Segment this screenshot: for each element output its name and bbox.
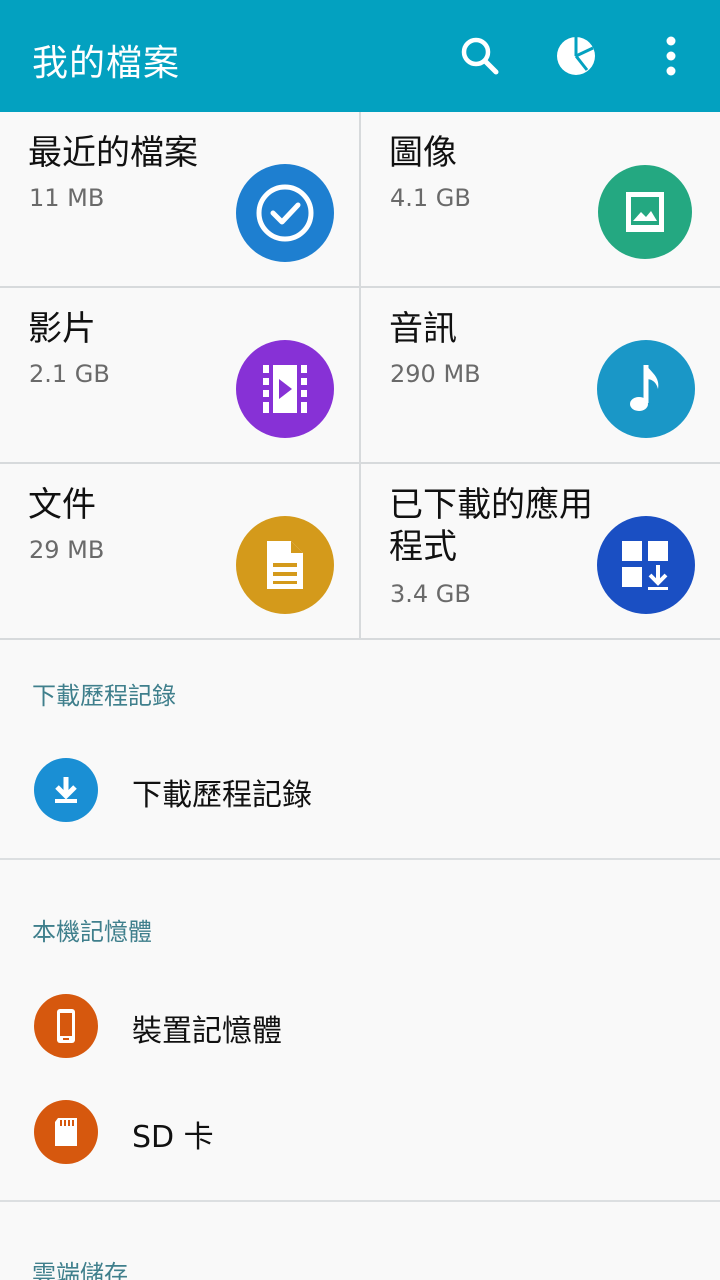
category-title: 圖像: [389, 133, 457, 173]
list-item-sd-card[interactable]: SD 卡: [0, 1082, 720, 1182]
category-audio[interactable]: 音訊 290 MB: [361, 288, 720, 464]
category-videos[interactable]: 影片 2.1 GB: [0, 288, 360, 464]
video-icon: [236, 340, 334, 438]
category-title: 已下載的應用程式: [389, 485, 593, 567]
category-title: 最近的檔案: [28, 133, 198, 173]
sd-card-icon: [34, 1100, 98, 1164]
list-item-label: SD 卡: [132, 1120, 214, 1155]
category-title: 影片: [28, 309, 96, 349]
category-images[interactable]: 圖像 4.1 GB: [361, 112, 720, 288]
phone-icon: [34, 994, 98, 1058]
search-button[interactable]: [450, 26, 510, 86]
pie-chart-icon: [557, 37, 595, 75]
grid-divider: [0, 638, 720, 640]
download-icon: [34, 758, 98, 822]
list-item-device-storage[interactable]: 裝置記憶體: [0, 976, 720, 1076]
image-icon: [598, 165, 692, 259]
category-size: 11 MB: [29, 184, 105, 212]
music-note-icon: [597, 340, 695, 438]
category-size: 29 MB: [29, 536, 105, 564]
category-size: 4.1 GB: [390, 184, 471, 212]
category-size: 2.1 GB: [29, 360, 110, 388]
category-size: 3.4 GB: [390, 580, 471, 608]
section-divider: [0, 1200, 720, 1202]
section-header-download-history: 下載歷程記錄: [32, 682, 176, 710]
app-download-icon: [597, 516, 695, 614]
grid-divider: [0, 286, 720, 288]
category-documents[interactable]: 文件 29 MB: [0, 464, 360, 640]
section-header-local-storage: 本機記憶體: [32, 918, 152, 946]
list-item-label: 裝置記憶體: [132, 1014, 282, 1049]
search-icon: [461, 37, 499, 75]
more-vert-icon: [666, 36, 676, 76]
grid-divider-vertical: [359, 112, 361, 639]
more-options-button[interactable]: [641, 26, 701, 86]
category-recent-files[interactable]: 最近的檔案 11 MB: [0, 112, 360, 288]
category-downloaded-apps[interactable]: 已下載的應用程式 3.4 GB: [361, 464, 720, 640]
app-bar: 我的檔案: [0, 0, 720, 112]
grid-divider: [0, 462, 720, 464]
section-header-cloud-storage: 雲端儲存: [32, 1260, 128, 1280]
list-item-download-history[interactable]: 下載歷程記錄: [0, 740, 720, 840]
storage-analysis-button[interactable]: [546, 26, 606, 86]
category-title: 文件: [28, 485, 96, 525]
category-title: 音訊: [389, 309, 457, 349]
section-divider: [0, 858, 720, 860]
page-title: 我的檔案: [32, 43, 181, 84]
category-size: 290 MB: [390, 360, 481, 388]
list-item-label: 下載歷程記錄: [132, 778, 312, 813]
clock-check-icon: [236, 164, 334, 262]
document-icon: [236, 516, 334, 614]
